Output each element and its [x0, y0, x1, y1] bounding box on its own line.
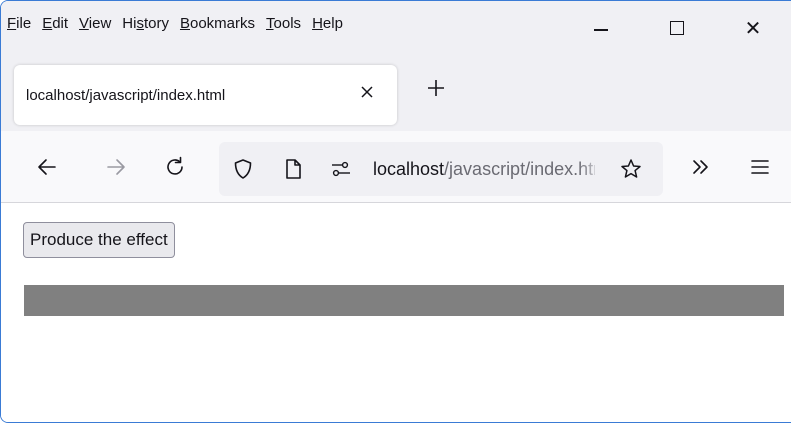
menu-view[interactable]: View	[79, 15, 111, 32]
tab-strip: localhost/javascript/index.html	[1, 55, 791, 131]
menu-bookmarks[interactable]: Bookmarks	[180, 15, 255, 32]
minimize-icon	[594, 29, 608, 31]
menu-help[interactable]: Help	[312, 15, 343, 32]
url-host: localhost	[373, 159, 445, 179]
url-bar[interactable]: localhost/javascript/index.html	[219, 142, 663, 196]
tab-close-icon[interactable]	[359, 84, 375, 100]
menu-file[interactable]: File	[7, 15, 31, 32]
reload-icon[interactable]	[163, 155, 187, 179]
permissions-icon[interactable]	[329, 157, 353, 181]
title-bar: File Edit View History Bookmarks Tools H…	[1, 1, 791, 55]
page-content: Produce the effect	[1, 204, 791, 422]
menu-bar: File Edit View History Bookmarks Tools H…	[7, 15, 354, 32]
overflow-chevrons-icon[interactable]	[689, 155, 713, 179]
menu-tools[interactable]: Tools	[266, 15, 301, 32]
new-tab-plus-icon[interactable]	[425, 77, 447, 99]
maximize-icon	[670, 21, 684, 35]
star-icon[interactable]	[619, 157, 643, 181]
back-arrow-icon[interactable]	[35, 155, 59, 179]
url-path: /javascript/index.html	[444, 159, 595, 179]
page-icon[interactable]	[281, 157, 305, 181]
effect-bar	[24, 285, 784, 316]
hamburger-menu-icon[interactable]	[748, 155, 772, 179]
close-window-button[interactable]: ✕	[715, 1, 791, 55]
url-text[interactable]: localhost/javascript/index.html	[373, 159, 595, 180]
minimize-button[interactable]	[563, 1, 639, 55]
produce-effect-button[interactable]: Produce the effect	[23, 222, 175, 258]
navigation-toolbar: localhost/javascript/index.html	[1, 131, 791, 203]
menu-history[interactable]: History	[122, 15, 169, 32]
browser-window: File Edit View History Bookmarks Tools H…	[0, 0, 791, 423]
shield-icon[interactable]	[231, 157, 255, 181]
url-fade	[579, 150, 603, 188]
tab-title: localhost/javascript/index.html	[26, 86, 226, 104]
close-icon: ✕	[744, 17, 762, 40]
tab-active[interactable]: localhost/javascript/index.html	[14, 65, 397, 125]
forward-arrow-icon[interactable]	[104, 155, 128, 179]
menu-edit[interactable]: Edit	[42, 15, 68, 32]
window-controls: ✕	[563, 1, 791, 55]
maximize-button[interactable]	[639, 1, 715, 55]
